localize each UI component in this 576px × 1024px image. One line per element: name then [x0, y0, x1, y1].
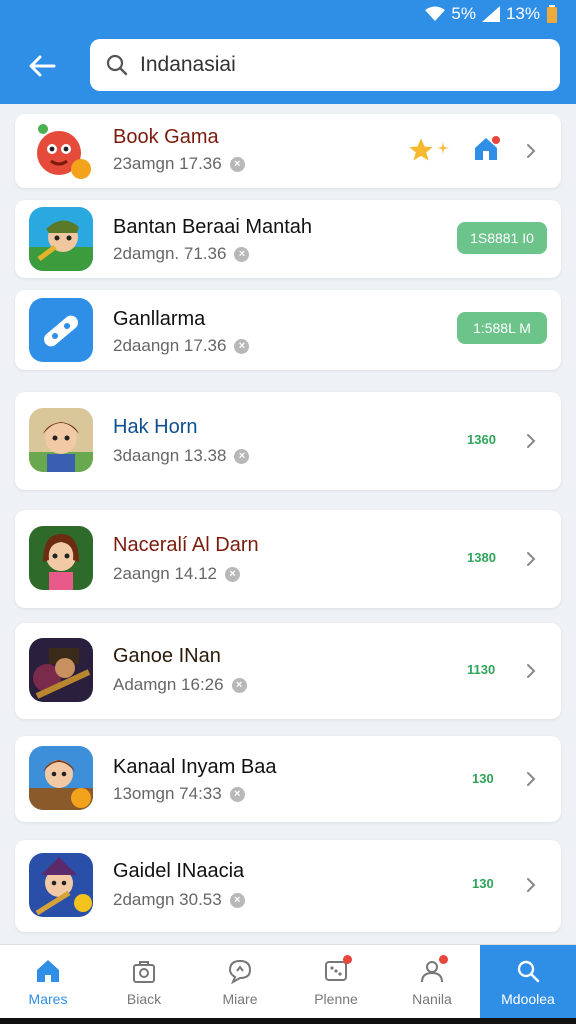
remove-icon[interactable]: × — [234, 448, 250, 464]
home-icon — [34, 957, 62, 985]
item-value: 1380 — [467, 550, 496, 565]
bottom-nav: Mares Biack Miare Plenne Nanila Mdoolea — [0, 944, 576, 1018]
notification-dot — [439, 954, 448, 964]
app-title: Book Gama — [113, 126, 219, 148]
app-icon — [29, 207, 93, 271]
wifi-icon — [425, 6, 446, 21]
app-meta: 2damgn. 71.36 × — [113, 244, 250, 264]
remove-icon[interactable]: × — [231, 677, 247, 693]
app-title: Kanaal Inyam Baa — [113, 756, 277, 778]
remove-icon[interactable]: × — [229, 156, 245, 172]
app-title: Hak Horn — [113, 416, 198, 438]
status-badge[interactable]: 1:588L M — [457, 312, 547, 344]
item-value: 1130 — [467, 662, 496, 677]
remove-icon[interactable]: × — [234, 338, 250, 354]
app-meta: 2daangn 17.36 × — [113, 336, 250, 356]
item-value: 130 — [472, 771, 494, 786]
dice-icon — [322, 954, 352, 985]
app-meta: 13omgn 74:33 × — [113, 784, 245, 804]
nav-label: Biack — [126, 990, 162, 1007]
arrow-left-icon — [29, 55, 56, 77]
nav-item-search[interactable]: Mdoolea — [480, 945, 576, 1018]
app-icon — [29, 853, 93, 917]
app-icon — [29, 298, 93, 362]
chevron-right-icon[interactable] — [523, 433, 539, 449]
nav-item-bag[interactable]: Biack — [96, 945, 192, 1018]
user-icon — [418, 954, 448, 985]
list-item[interactable]: Hak Horn 3daangn 13.38 × 1360 — [15, 392, 561, 490]
app-meta: 3daangn 13.38 × — [113, 446, 250, 466]
item-value: 1360 — [467, 432, 496, 447]
nav-label: Plenne — [314, 990, 358, 1007]
battery-icon — [547, 5, 557, 23]
search-input[interactable] — [140, 53, 540, 77]
list-item[interactable]: Gaidel INaacia 2damgn 30.53 × 130 — [15, 840, 561, 932]
app-icon — [29, 408, 93, 472]
bag-icon — [130, 957, 158, 985]
app-date: Adamgn 16:26 — [113, 675, 224, 694]
remove-icon[interactable]: × — [229, 786, 245, 802]
app-icon — [29, 638, 93, 702]
app-title: Gaidel INaacia — [113, 860, 245, 882]
battery-percent: 13% — [505, 4, 540, 23]
chevron-right-icon[interactable] — [523, 143, 539, 159]
chevron-right-icon[interactable] — [523, 551, 539, 567]
app-icon — [29, 526, 93, 590]
nav-label: Miare — [222, 990, 258, 1007]
app-title: Ganllarma — [113, 308, 206, 330]
item-value: 130 — [472, 876, 494, 891]
result-list: Book Gama 23amgn 17.36 × Bantan Beraai M… — [0, 104, 576, 944]
chat-icon — [226, 957, 254, 985]
chevron-right-icon[interactable] — [523, 877, 539, 893]
signal-percent: 5% — [451, 4, 476, 23]
star-icon[interactable] — [407, 136, 435, 164]
status-bar: 5% 13% — [0, 0, 576, 28]
back-button[interactable] — [22, 48, 62, 84]
app-icon — [29, 119, 93, 183]
app-date: 2damgn 30.53 — [113, 890, 222, 909]
app-meta: 2aangn 14.12 × — [113, 564, 240, 584]
sparkle-icon — [437, 142, 449, 154]
list-item[interactable]: Bantan Beraai Mantah 2damgn. 71.36 × 1S8… — [15, 200, 561, 278]
app-date: 13omgn 74:33 — [113, 784, 222, 803]
nav-item-user[interactable]: Nanila — [384, 945, 480, 1018]
home-icon[interactable] — [471, 134, 501, 164]
chevron-right-icon[interactable] — [523, 663, 539, 679]
app-icon — [29, 746, 93, 810]
remove-icon[interactable]: × — [225, 566, 240, 582]
search-icon — [106, 54, 128, 76]
nav-item-dice[interactable]: Plenne — [288, 945, 384, 1018]
nav-item-home[interactable]: Mares — [0, 945, 96, 1018]
app-meta: 2damgn 30.53 × — [113, 890, 245, 910]
list-item[interactable]: Naceralí Al Darn 2aangn 14.12 × 1380 — [15, 510, 561, 608]
app-date: 3daangn 13.38 — [113, 446, 227, 465]
app-title: Ganoe INan — [113, 645, 221, 667]
remove-icon[interactable]: × — [229, 892, 245, 908]
app-date: 23amgn 17.36 — [113, 154, 222, 173]
app-meta: Adamgn 16:26 × — [113, 675, 247, 695]
status-badge[interactable]: 1S8881 I0 — [457, 222, 547, 254]
remove-icon[interactable]: × — [234, 246, 250, 262]
notification-dot — [343, 954, 352, 964]
app-meta: 23amgn 17.36 × — [113, 154, 245, 174]
list-item[interactable]: Ganllarma 2daangn 17.36 × 1:588L M — [15, 290, 561, 370]
top-bar — [0, 28, 576, 104]
nav-label: Mares — [28, 990, 68, 1007]
system-nav-edge — [0, 1018, 576, 1024]
app-date: 2aangn 14.12 — [113, 564, 217, 583]
app-title: Naceralí Al Darn — [113, 534, 259, 556]
search-bar[interactable] — [90, 39, 560, 91]
list-item[interactable]: Ganoe INan Adamgn 16:26 × 1130 — [15, 623, 561, 719]
list-item[interactable]: Kanaal Inyam Baa 13omgn 74:33 × 130 — [15, 736, 561, 822]
list-item[interactable]: Book Gama 23amgn 17.36 × — [15, 114, 561, 188]
nav-label: Nanila — [412, 990, 452, 1007]
nav-item-chat[interactable]: Miare — [192, 945, 288, 1018]
nav-label: Mdoolea — [501, 990, 555, 1007]
app-date: 2damgn. 71.36 — [113, 244, 227, 263]
app-date: 2daangn 17.36 — [113, 336, 227, 355]
search-icon — [514, 957, 542, 985]
chevron-right-icon[interactable] — [523, 771, 539, 787]
app-title: Bantan Beraai Mantah — [113, 216, 313, 238]
cell-signal-icon — [481, 6, 500, 22]
